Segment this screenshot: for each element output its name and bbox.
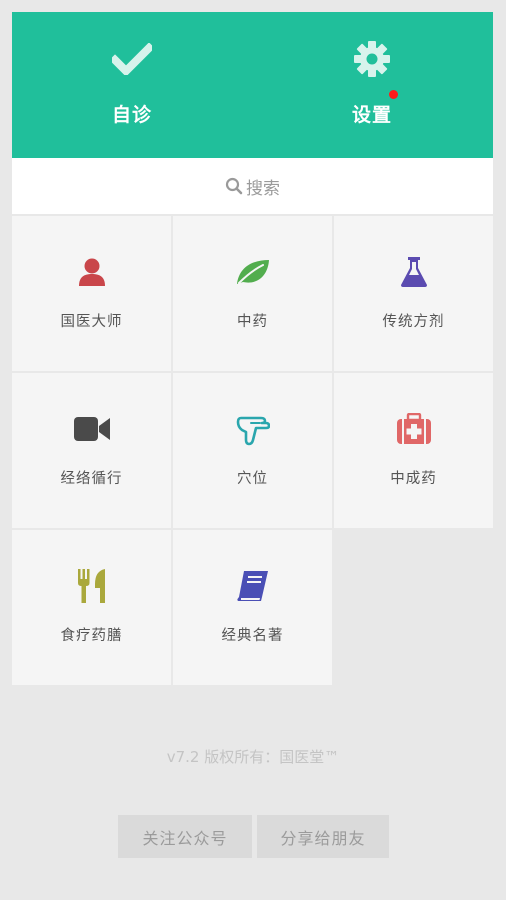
person-icon	[78, 254, 106, 290]
settings-button[interactable]: 设置	[252, 12, 492, 158]
search-icon	[225, 177, 243, 195]
share-button[interactable]: 分享给朋友	[257, 815, 389, 858]
gear-icon	[353, 40, 391, 78]
book-icon	[236, 568, 270, 604]
cutlery-icon	[77, 568, 107, 604]
grid-item-label: 传统方剂	[382, 314, 445, 330]
self-diagnosis-button[interactable]: 自诊	[12, 12, 252, 158]
grid-item-formulas[interactable]: 传统方剂	[334, 216, 493, 371]
grid-item-classics[interactable]: 经典名著	[173, 530, 332, 685]
grid-item-label: 经典名著	[221, 628, 284, 644]
search-bar[interactable]: 搜索	[12, 158, 493, 214]
leaf-icon	[235, 254, 271, 290]
self-diagnosis-label: 自诊	[111, 104, 152, 126]
grid-item-label: 穴位	[237, 471, 268, 487]
grid-item-acupoints[interactable]: 穴位	[173, 373, 332, 528]
video-camera-icon	[73, 411, 111, 447]
checkmark-icon	[112, 40, 152, 78]
medkit-icon	[396, 411, 432, 447]
search-label: 搜索	[246, 178, 280, 199]
pointing-hand-icon	[236, 411, 270, 447]
grid-item-label: 食疗药膳	[60, 628, 123, 644]
grid-item-herbs[interactable]: 中药	[173, 216, 332, 371]
grid-item-food-therapy[interactable]: 食疗药膳	[12, 530, 171, 685]
grid-item-label: 国医大师	[60, 314, 123, 330]
flask-icon	[400, 254, 428, 290]
grid-item-label: 经络循行	[60, 471, 123, 487]
follow-account-button[interactable]: 关注公众号	[118, 815, 252, 858]
grid-item-label: 中成药	[390, 471, 437, 487]
notification-badge	[389, 90, 398, 99]
grid-item-masters[interactable]: 国医大师	[12, 216, 171, 371]
grid-item-patent-medicine[interactable]: 中成药	[334, 373, 493, 528]
top-header: 自诊 设置	[12, 12, 493, 158]
version-copyright: v7.2 版权所有：国医堂™	[166, 748, 340, 766]
settings-label: 设置	[351, 104, 392, 126]
grid-item-label: 中药	[237, 314, 268, 330]
grid-item-meridians[interactable]: 经络循行	[12, 373, 171, 528]
